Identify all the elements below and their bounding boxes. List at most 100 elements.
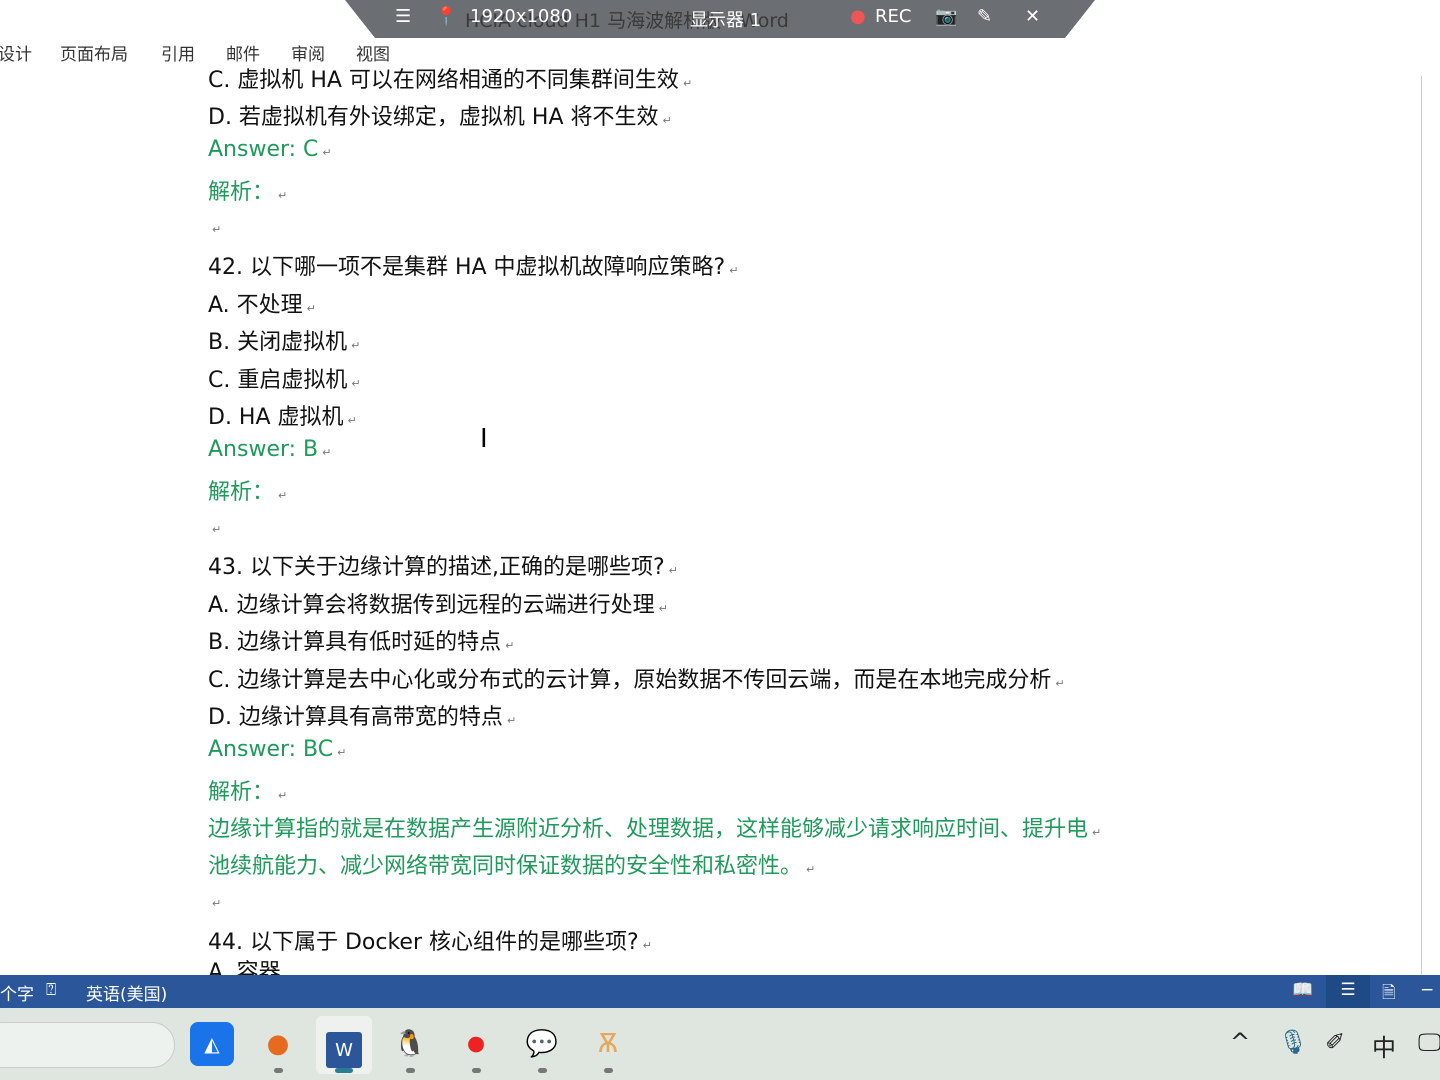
display-label[interactable]: 显示器 1	[690, 6, 761, 32]
paragraph-mark-icon: ↵	[212, 223, 222, 236]
document-line[interactable]: 42. 以下哪一项不是集群 HA 中虚拟机故障响应策略? ↵	[208, 249, 738, 281]
tab-mailings[interactable]: 邮件	[226, 40, 260, 65]
lanxin-app-icon[interactable]: ◭	[190, 1022, 234, 1066]
paragraph-mark-icon: ↵	[351, 377, 361, 390]
document-line[interactable]: C. 重启虚拟机 ↵	[208, 362, 361, 394]
document-line[interactable]: 解析： ↵	[208, 174, 287, 206]
paragraph-mark-icon: ↵	[806, 863, 816, 876]
text-cursor-icon: I	[480, 424, 488, 454]
line-text: A. 不处理	[208, 293, 303, 318]
butterfly-app-icon[interactable]: Ѫ	[586, 1022, 630, 1066]
paragraph-mark-icon: ↵	[306, 302, 316, 315]
document-line[interactable]: C. 虚拟机 HA 可以在网络相通的不同集群间生效 ↵	[208, 66, 692, 94]
menu-icon[interactable]: ☰	[395, 6, 411, 27]
document-line[interactable]: 44. 以下属于 Docker 核心组件的是哪些项? ↵	[208, 924, 652, 956]
document-line[interactable]: A. 不处理 ↵	[208, 287, 316, 319]
pin-icon[interactable]: 📍	[435, 6, 457, 27]
paragraph-mark-icon: ↵	[212, 523, 222, 536]
camera-icon[interactable]: 📷	[935, 6, 957, 27]
document-line[interactable]: B. 关闭虚拟机 ↵	[208, 324, 360, 356]
monitor-icon[interactable]: 🖵	[1418, 1028, 1440, 1056]
paragraph-mark-icon: ↵	[1092, 826, 1102, 839]
qq-icon[interactable]: 🐧	[388, 1022, 432, 1066]
document-line[interactable]: A. 边缘计算会将数据传到远程的云端进行处理 ↵	[208, 587, 668, 619]
print-layout-icon[interactable]: ☰	[1326, 975, 1370, 1008]
document-line[interactable]: Answer: B ↵	[208, 437, 331, 462]
line-text: 边缘计算指的就是在数据产生源附近分析、处理数据，这样能够减少请求响应时间、提升电	[208, 817, 1089, 842]
tab-layout[interactable]: 页面布局	[60, 40, 128, 65]
document-line[interactable]: ↵	[208, 214, 221, 239]
tab-view[interactable]: 视图	[356, 40, 390, 65]
line-text: 解析：	[208, 780, 275, 805]
pencil-icon[interactable]: ✎	[977, 6, 992, 27]
line-text: D. 若虚拟机有外设绑定，虚拟机 HA 将不生效	[208, 105, 659, 130]
line-text: 44. 以下属于 Docker 核心组件的是哪些项?	[208, 930, 639, 955]
web-layout-icon[interactable]: 🗎	[1382, 980, 1396, 1009]
language-indicator[interactable]: 英语(美国)	[86, 980, 167, 1005]
paragraph-mark-icon: ↵	[668, 564, 678, 577]
zoom-out-button[interactable]: −	[1420, 980, 1434, 1000]
document-line[interactable]: B. 边缘计算具有低时延的特点 ↵	[208, 624, 514, 656]
document-line[interactable]: C. 边缘计算是去中心化或分布式的云计算，原始数据不传回云端，而是在本地完成分析…	[208, 662, 1065, 694]
line-text: Answer: C	[208, 137, 319, 162]
running-indicator	[538, 1068, 547, 1073]
tab-references[interactable]: 引用	[161, 40, 195, 65]
document-line[interactable]: 边缘计算指的就是在数据产生源附近分析、处理数据，这样能够减少请求响应时间、提升电…	[208, 811, 1101, 843]
paragraph-mark-icon: ↵	[506, 714, 517, 727]
document-line[interactable]: ↵	[208, 514, 221, 539]
paragraph-mark-icon: ↵	[278, 489, 288, 502]
recording-overlay: HCIA cloud H1 马海波解析版 - Word ☰ 📍 1920x108…	[345, 0, 1095, 38]
document-line[interactable]: Answer: C ↵	[208, 137, 332, 162]
line-text: A. 边缘计算会将数据传到远程的云端进行处理	[208, 593, 655, 618]
running-indicator	[274, 1068, 283, 1073]
document-line[interactable]: D. 边缘计算具有高带宽的特点 ↵	[208, 699, 516, 731]
page-edge	[1421, 76, 1422, 975]
paragraph-mark-icon: ↵	[729, 264, 739, 277]
wechat-icon[interactable]: 💬	[520, 1022, 564, 1066]
chevron-up-icon[interactable]: ^	[1230, 1028, 1250, 1056]
pen-icon[interactable]: ✐	[1325, 1028, 1345, 1056]
paragraph-mark-icon: ↵	[1055, 677, 1065, 690]
document-line[interactable]: A. 容器	[208, 954, 281, 975]
running-indicator	[604, 1068, 613, 1073]
document-line[interactable]: 解析： ↵	[208, 774, 287, 806]
document-line[interactable]: Answer: BC ↵	[208, 737, 346, 762]
paragraph-mark-icon: ↵	[347, 414, 357, 427]
tab-review[interactable]: 审阅	[291, 40, 325, 65]
line-text: C. 重启虚拟机	[208, 368, 348, 393]
document-line[interactable]: 43. 以下关于边缘计算的描述,正确的是哪些项? ↵	[208, 549, 678, 581]
read-mode-icon[interactable]: 📖	[1292, 980, 1313, 1000]
paragraph-mark-icon: ↵	[662, 114, 672, 127]
word-count[interactable]: 个字	[0, 980, 34, 1005]
paragraph-mark-icon: ↵	[642, 939, 652, 952]
word-icon[interactable]: W	[326, 1032, 362, 1068]
close-icon[interactable]: ✕	[1025, 6, 1040, 27]
paragraph-mark-icon: ↵	[322, 446, 332, 459]
line-text: D. HA 虚拟机	[208, 405, 344, 430]
line-text: D. 边缘计算具有高带宽的特点	[208, 705, 503, 730]
microphone-icon[interactable]: 🎙	[1278, 1028, 1308, 1056]
taskbar: ◭ ● W 🐧 ⏺ 💬 Ѫ ^ 🎙 ✐ 中 🖵	[0, 1008, 1440, 1080]
line-text: 解析：	[208, 480, 275, 505]
tab-design[interactable]: 设计	[0, 40, 32, 65]
document-line[interactable]: 池续航能力、减少网络带宽同时保证数据的安全性和私密性。 ↵	[208, 848, 815, 880]
document-line[interactable]: D. 若虚拟机有外设绑定，虚拟机 HA 将不生效 ↵	[208, 99, 672, 131]
recorder-icon[interactable]: ⏺	[454, 1022, 498, 1066]
rec-label[interactable]: REC	[875, 6, 911, 27]
proofing-icon[interactable]: ⍰	[46, 980, 56, 1000]
ime-indicator[interactable]: 中	[1372, 1028, 1396, 1063]
record-dot-icon: ●	[850, 6, 866, 27]
paragraph-mark-icon: ↵	[505, 639, 515, 652]
search-box[interactable]	[0, 1022, 175, 1068]
line-text: C. 虚拟机 HA 可以在网络相通的不同集群间生效	[208, 68, 679, 93]
document-line[interactable]: D. HA 虚拟机 ↵	[208, 399, 357, 431]
document-page[interactable]: C. 虚拟机 HA 可以在网络相通的不同集群间生效 ↵ D. 若虚拟机有外设绑定，虚…	[0, 66, 1440, 975]
paragraph-mark-icon: ↵	[278, 789, 288, 802]
status-bar: 个字 ⍰ 英语(美国) 📖 ☰ 🗎 −	[0, 975, 1440, 1008]
line-text: Answer: B	[208, 437, 319, 462]
document-line[interactable]: ↵	[208, 888, 221, 913]
firefox-icon[interactable]: ●	[256, 1022, 300, 1066]
document-line[interactable]: 解析： ↵	[208, 474, 287, 506]
line-text: B. 边缘计算具有低时延的特点	[208, 630, 502, 655]
paragraph-mark-icon: ↵	[212, 897, 222, 910]
